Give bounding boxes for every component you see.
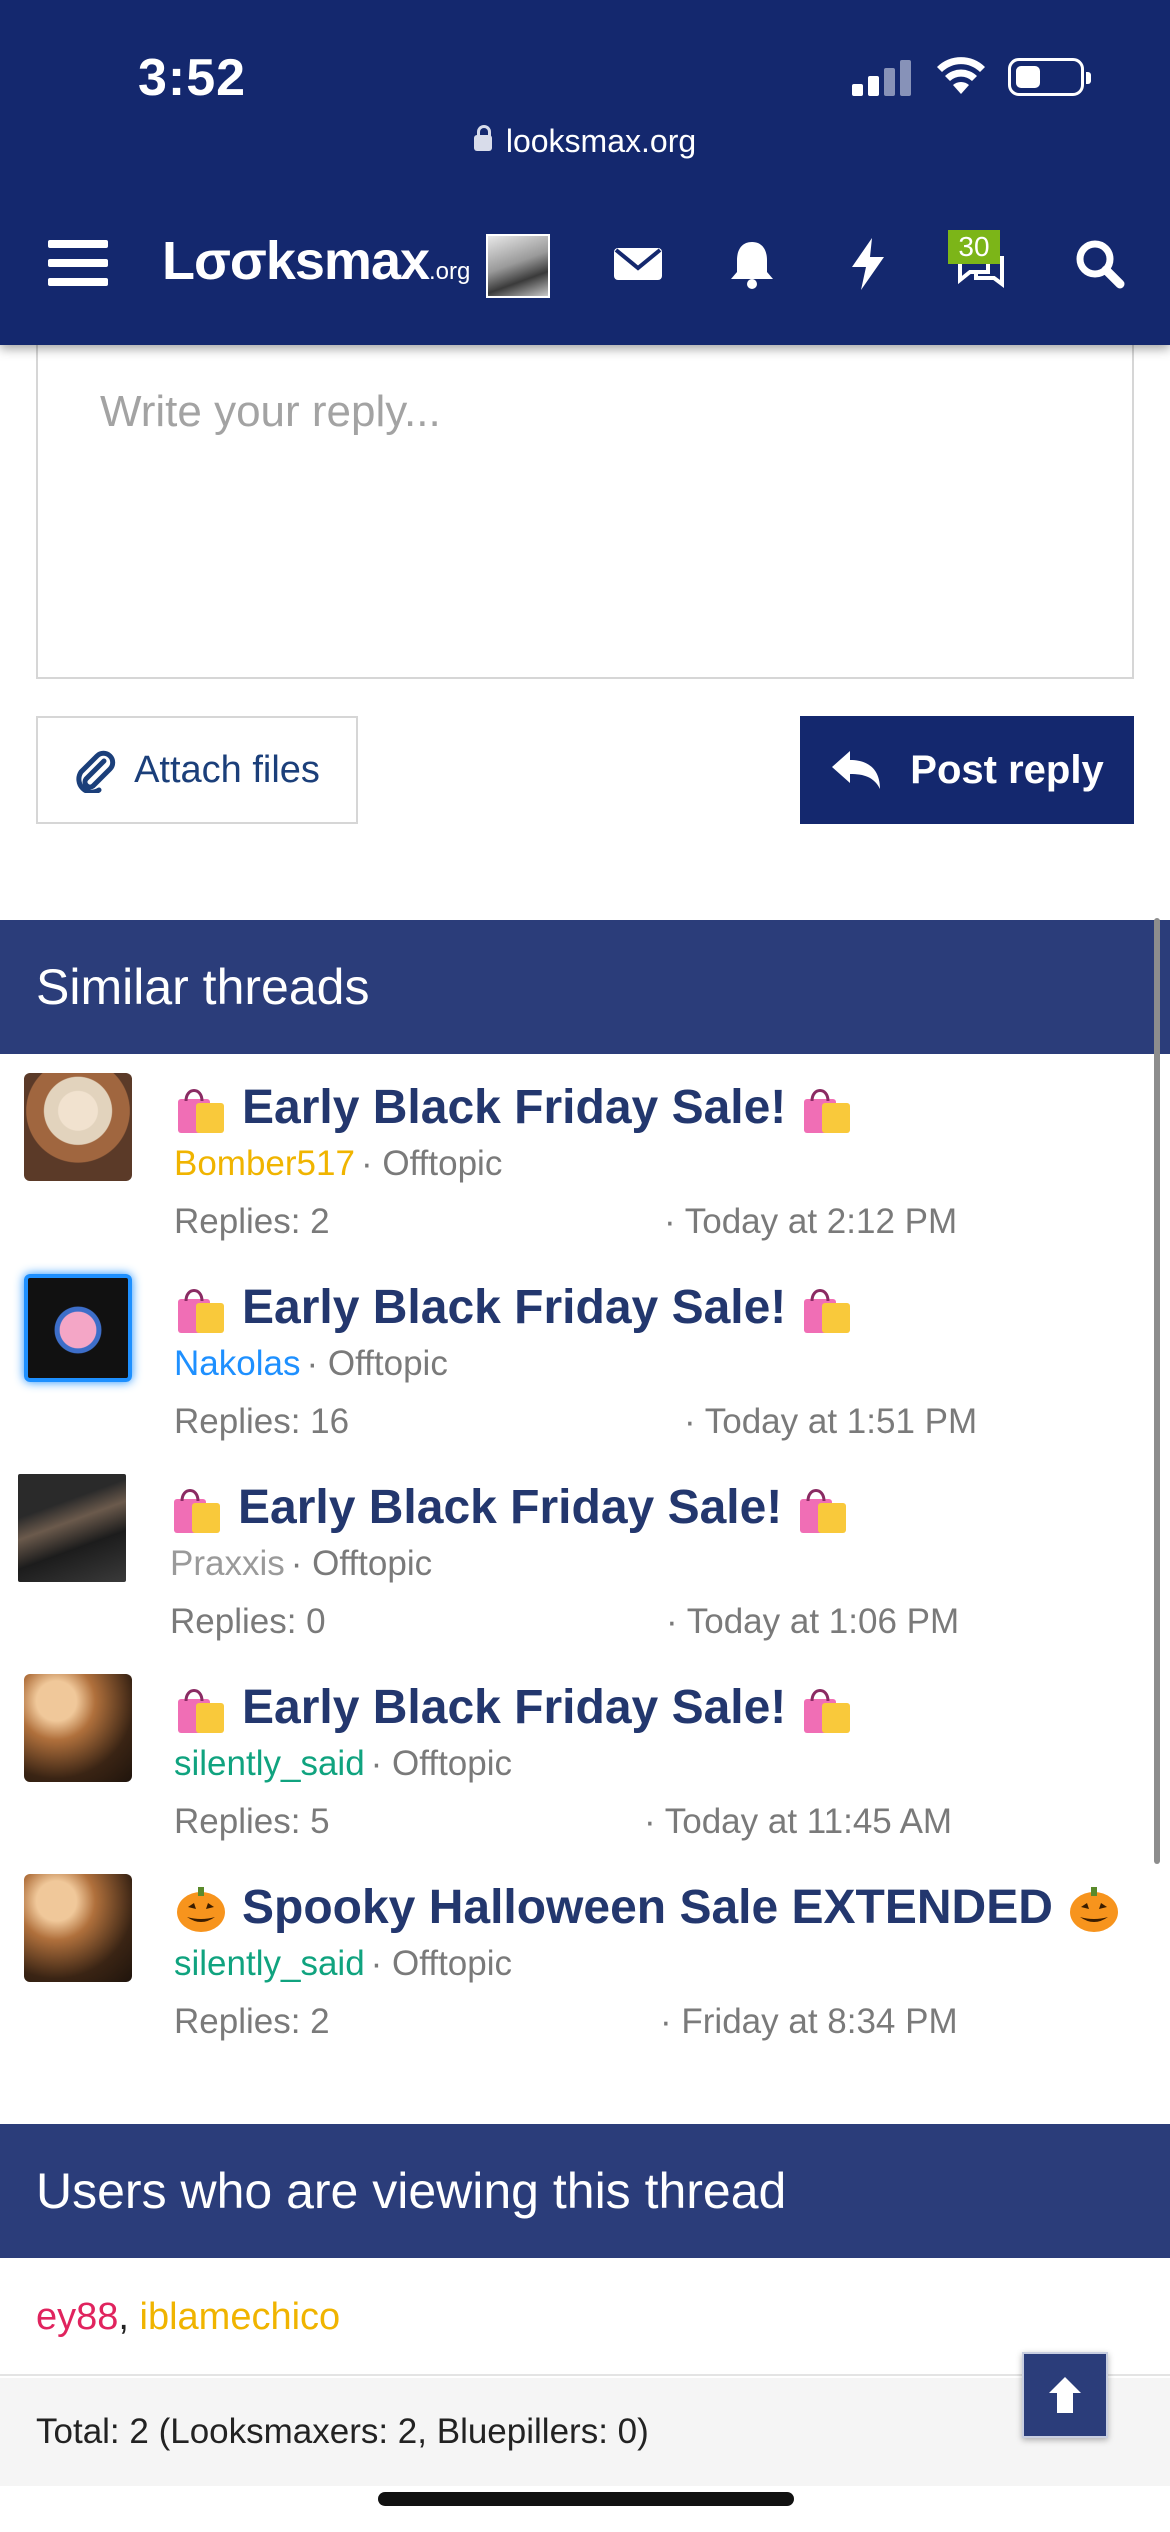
envelope-icon[interactable] (610, 236, 666, 292)
thread-date: · Today at 11:45 AM (644, 1802, 953, 1841)
pumpkin-icon (177, 1886, 225, 1932)
bell-icon[interactable] (724, 236, 780, 292)
avatar[interactable] (24, 1073, 132, 1181)
thread-row[interactable]: Early Black Friday Sale! Bomber517 · Offt… (0, 1060, 1170, 1260)
thread-title: Early Black Friday Sale! (242, 1081, 787, 1134)
search-icon[interactable] (1072, 236, 1128, 292)
thread-title: Early Black Friday Sale! (242, 1281, 787, 1334)
thread-meta: silently_said · Offtopic (174, 1744, 513, 1783)
thread-title-link[interactable]: Early Black Friday Sale! (170, 1480, 850, 1535)
thread-row[interactable]: Early Black Friday Sale! silently_said · … (0, 1660, 1170, 1860)
thread-title: Early Black Friday Sale! (238, 1481, 783, 1534)
lock-icon (473, 125, 492, 151)
wifi-icon (937, 57, 985, 94)
site-logo[interactable]: Lσσksmax.org (162, 230, 470, 292)
thread-author[interactable]: Nakolas (174, 1344, 300, 1383)
thread-author[interactable]: silently_said (174, 1944, 365, 1983)
viewers-heading: Users who are viewing this thread (0, 2124, 1170, 2258)
thread-date: · Today at 1:06 PM (666, 1602, 960, 1641)
thread-date-text: Today at 11:45 AM (664, 1802, 953, 1841)
thread-forum[interactable]: Offtopic (328, 1344, 448, 1383)
shopping-bags-icon (804, 1688, 851, 1733)
cellular-signal-icon (852, 58, 914, 96)
avatar[interactable] (24, 1674, 132, 1782)
account-avatar[interactable] (486, 234, 550, 298)
thread-author[interactable]: silently_said (174, 1744, 365, 1783)
thread-date-text: Today at 1:51 PM (704, 1402, 978, 1441)
arrow-up-icon (1049, 2377, 1081, 2413)
attach-files-button[interactable]: Attach files (36, 716, 358, 824)
thread-title-link[interactable]: Early Black Friday Sale! (174, 1680, 854, 1735)
shopping-bags-icon (804, 1288, 851, 1333)
thread-date: · Today at 1:51 PM (684, 1402, 978, 1441)
url-bar[interactable]: looksmax.org (0, 123, 1170, 160)
thread-title: Early Black Friday Sale! (242, 1681, 787, 1734)
shopping-bags-icon (178, 1688, 224, 1733)
thread-title: Spooky Halloween Sale EXTENDED (242, 1881, 1053, 1934)
viewers-total: Total: 2 (Looksmaxers: 2, Bluepillers: 0… (0, 2378, 1170, 2486)
thread-replies: Replies: 5 (174, 1802, 330, 1841)
post-reply-button[interactable]: Post reply (800, 716, 1134, 824)
thread-meta: Praxxis · Offtopic (170, 1544, 433, 1583)
thread-replies: Replies: 0 (170, 1602, 326, 1641)
shopping-bags-icon (804, 1088, 851, 1133)
reply-input[interactable] (38, 345, 1132, 677)
attach-files-label: Attach files (134, 748, 320, 791)
viewer-separator: , (118, 2296, 140, 2338)
menu-button[interactable] (48, 240, 108, 290)
conversations-badge: 30 (948, 230, 1000, 264)
logo-suffix: .org (429, 258, 471, 285)
avatar[interactable] (24, 1274, 132, 1382)
thread-meta: Nakolas · Offtopic (174, 1344, 448, 1383)
similar-threads-heading: Similar threads (0, 920, 1170, 1054)
reply-arrow-icon (832, 751, 881, 789)
thread-title-link[interactable]: Early Black Friday Sale! (174, 1080, 854, 1135)
thread-replies: Replies: 2 (174, 1202, 330, 1241)
thread-row[interactable]: Early Black Friday Sale! Nakolas · Offtop… (0, 1260, 1170, 1460)
thread-title-link[interactable]: Spooky Halloween Sale EXTENDED (174, 1880, 1121, 1935)
thread-forum[interactable]: Offtopic (312, 1544, 432, 1583)
thread-date-text: Today at 2:12 PM (684, 1202, 958, 1241)
logo-main: Lσσksmax (162, 231, 430, 291)
thread-forum[interactable]: Offtopic (392, 1944, 512, 1983)
paperclip-icon (76, 750, 116, 793)
viewer-user-link[interactable]: ey88 (36, 2296, 118, 2338)
scroll-to-top-button[interactable] (1022, 2352, 1108, 2438)
avatar[interactable] (24, 1874, 132, 1982)
post-reply-label: Post reply (910, 747, 1104, 792)
avatar[interactable] (18, 1474, 126, 1582)
thread-row[interactable]: Spooky Halloween Sale EXTENDED silently_… (0, 1860, 1170, 2060)
shopping-bags-icon (174, 1488, 220, 1533)
viewer-user-link[interactable]: iblamechico (140, 2296, 341, 2338)
thread-row[interactable]: Early Black Friday Sale! Praxxis · Offtop… (0, 1460, 1170, 1660)
url-text: looksmax.org (505, 123, 697, 159)
thread-replies: Replies: 2 (174, 2002, 330, 2041)
thread-date: · Today at 2:12 PM (664, 1202, 958, 1241)
thread-author[interactable]: Bomber517 (174, 1144, 355, 1183)
battery-icon (1008, 58, 1091, 96)
thread-meta: silently_said · Offtopic (174, 1944, 513, 1983)
thread-author[interactable]: Praxxis (170, 1544, 285, 1583)
shopping-bags-icon (800, 1488, 847, 1533)
thread-forum[interactable]: Offtopic (392, 1744, 512, 1783)
shopping-bags-icon (178, 1288, 224, 1333)
home-indicator[interactable] (378, 2492, 794, 2506)
pumpkin-icon (1069, 1886, 1118, 1932)
thread-date: · Friday at 8:34 PM (660, 2002, 958, 2041)
thread-replies: Replies: 16 (174, 1402, 350, 1441)
viewers-list: ey88, iblamechico (0, 2258, 1170, 2376)
lightning-bolt-icon[interactable] (840, 236, 896, 292)
thread-date-text: Friday at 8:34 PM (681, 2002, 958, 2041)
thread-title-link[interactable]: Early Black Friday Sale! (174, 1280, 854, 1335)
page-scrollbar[interactable] (1154, 918, 1160, 1864)
reply-editor[interactable] (36, 345, 1134, 679)
status-time: 3:52 (138, 49, 247, 107)
thread-forum[interactable]: Offtopic (382, 1144, 502, 1183)
top-bar: 3:52 looksmax.org Lσσksmax.org 30 (0, 0, 1170, 345)
shopping-bags-icon (178, 1088, 224, 1133)
thread-meta: Bomber517 · Offtopic (174, 1144, 503, 1183)
thread-date-text: Today at 1:06 PM (686, 1602, 960, 1641)
